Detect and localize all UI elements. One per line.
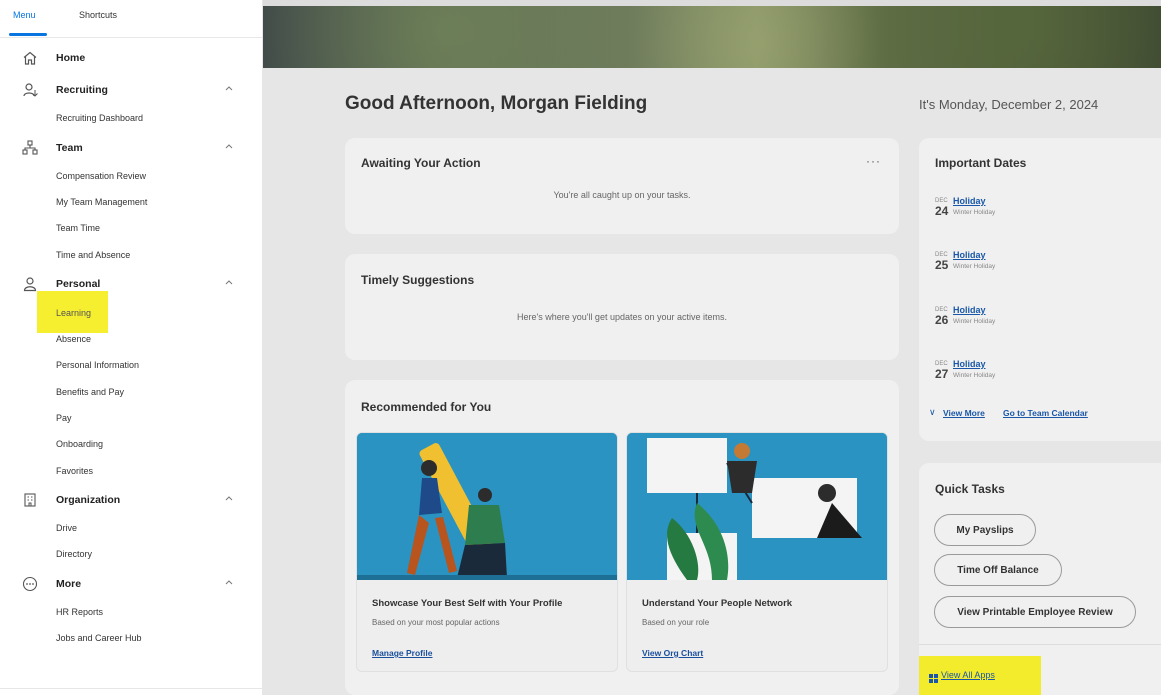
recommendation-subtitle: Based on your role [642, 618, 710, 627]
card-title: Quick Tasks [935, 482, 1005, 496]
sidebar-subitem-absence[interactable]: Absence [56, 334, 91, 344]
sidebar-item-home[interactable]: Home [0, 48, 262, 68]
current-date: It's Monday, December 2, 2024 [919, 97, 1099, 112]
chevron-up-icon[interactable] [224, 141, 234, 153]
sidebar-subitem-directory[interactable]: Directory [56, 549, 92, 559]
manage-profile-link[interactable]: Manage Profile [372, 648, 432, 658]
profile-illustration [357, 433, 617, 583]
card-title: Awaiting Your Action [361, 156, 481, 170]
recommended-card: Recommended for You Showcase Your Best S… [345, 380, 899, 695]
sidebar-tabs: Menu Shortcuts [0, 0, 262, 38]
recommendation-item[interactable]: Understand Your People Network Based on … [626, 432, 888, 672]
sidebar-subitem-onboarding[interactable]: Onboarding [56, 439, 103, 449]
more-icon [22, 576, 40, 594]
date-day: 26 [935, 313, 949, 327]
view-org-chart-link[interactable]: View Org Chart [642, 648, 703, 658]
holiday-description: Winter Holiday [953, 263, 996, 270]
my-payslips-button[interactable]: My Payslips [934, 514, 1036, 546]
sidebar-menu: Menu Shortcuts Home Recruiting Recruitin… [0, 0, 263, 695]
date-day: 27 [935, 367, 949, 381]
sidebar-item-label: Organization [56, 494, 121, 506]
chevron-up-icon[interactable] [224, 577, 234, 589]
sidebar-subitem-pay[interactable]: Pay [56, 413, 72, 423]
tab-menu[interactable]: Menu [13, 10, 36, 20]
view-printable-review-button[interactable]: View Printable Employee Review [934, 596, 1136, 628]
sidebar-subitem-learning[interactable]: Learning [56, 308, 91, 318]
sidebar-subitem-recruiting-dashboard[interactable]: Recruiting Dashboard [56, 113, 143, 123]
sidebar-item-team[interactable]: Team [0, 138, 262, 158]
recruiting-icon [22, 82, 40, 100]
sidebar-subitem-personal-information[interactable]: Personal Information [56, 360, 139, 370]
org-chart-illustration [627, 433, 887, 580]
sidebar-subitem-jobs-and-career-hub[interactable]: Jobs and Career Hub [56, 633, 142, 643]
sidebar-item-label: More [56, 578, 82, 590]
page-greeting: Good Afternoon, Morgan Fielding [345, 93, 648, 114]
recommendation-title: Understand Your People Network [642, 598, 793, 609]
important-dates-card: Important Dates DEC 24 Holiday Winter Ho… [919, 138, 1161, 441]
chevron-up-icon[interactable] [224, 277, 234, 289]
holiday-link[interactable]: Holiday [953, 196, 986, 206]
holiday-link[interactable]: Holiday [953, 250, 986, 260]
main-content: Good Afternoon, Morgan Fielding It's Mon… [263, 0, 1161, 695]
sidebar-divider [0, 688, 262, 689]
date-day: 25 [935, 258, 949, 272]
chevron-up-icon[interactable] [224, 493, 234, 505]
awaiting-action-card: Awaiting Your Action ··· You're all caug… [345, 138, 899, 234]
sidebar-subitem-benefits-and-pay[interactable]: Benefits and Pay [56, 387, 124, 397]
sidebar-item-label: Home [56, 52, 86, 64]
holiday-description: Winter Holiday [953, 209, 996, 216]
sidebar-subitem-hr-reports[interactable]: HR Reports [56, 607, 103, 617]
holiday-description: Winter Holiday [953, 372, 996, 379]
time-off-balance-button[interactable]: Time Off Balance [934, 554, 1062, 586]
tab-shortcuts[interactable]: Shortcuts [79, 10, 117, 20]
view-all-apps-highlight: View All Apps [919, 656, 1041, 695]
home-icon [22, 50, 40, 68]
sidebar-item-organization[interactable]: Organization [0, 490, 262, 510]
timely-suggestions-card: Timely Suggestions Here's where you'll g… [345, 254, 899, 360]
recommendation-subtitle: Based on your most popular actions [372, 618, 500, 627]
timely-message: Here's where you'll get updates on your … [516, 312, 728, 322]
chevron-up-icon[interactable] [224, 83, 234, 95]
card-title: Timely Suggestions [361, 273, 475, 287]
card-title: Important Dates [935, 156, 1027, 170]
view-more-link[interactable]: View More [943, 408, 985, 418]
active-tab-indicator [9, 33, 47, 36]
hero-banner-image [263, 6, 1161, 68]
chevron-down-icon[interactable]: ∨ [929, 407, 936, 418]
sidebar-item-label: Team [56, 142, 83, 154]
holiday-link[interactable]: Holiday [953, 359, 986, 369]
sidebar-item-recruiting[interactable]: Recruiting [0, 80, 262, 100]
team-calendar-link[interactable]: Go to Team Calendar [1003, 408, 1088, 418]
holiday-description: Winter Holiday [953, 318, 996, 325]
awaiting-message: You're all caught up on your tasks. [553, 190, 691, 200]
holiday-link[interactable]: Holiday [953, 305, 986, 315]
recommendation-item[interactable]: Showcase Your Best Self with Your Profil… [356, 432, 618, 672]
sidebar-subitem-time-and-absence[interactable]: Time and Absence [56, 250, 130, 260]
quick-tasks-divider [919, 644, 1161, 645]
date-day: 24 [935, 204, 949, 218]
sidebar-subitem-favorites[interactable]: Favorites [56, 466, 93, 476]
sidebar-item-label: Personal [56, 278, 101, 290]
recommendation-title: Showcase Your Best Self with Your Profil… [372, 598, 563, 609]
sidebar-item-label: Recruiting [56, 84, 108, 96]
more-options-icon[interactable]: ··· [866, 154, 881, 168]
card-title: Recommended for You [361, 400, 492, 414]
sidebar-subitem-compensation-review[interactable]: Compensation Review [56, 171, 146, 181]
grid-icon [929, 670, 938, 683]
view-all-apps-link[interactable]: View All Apps [941, 670, 995, 680]
sidebar-item-more[interactable]: More [0, 574, 262, 594]
building-icon [22, 492, 40, 510]
sidebar-subitem-team-time[interactable]: Team Time [56, 223, 100, 233]
team-icon [22, 140, 40, 158]
sidebar-subitem-drive[interactable]: Drive [56, 523, 77, 533]
sidebar-subitem-my-team-management[interactable]: My Team Management [56, 197, 147, 207]
